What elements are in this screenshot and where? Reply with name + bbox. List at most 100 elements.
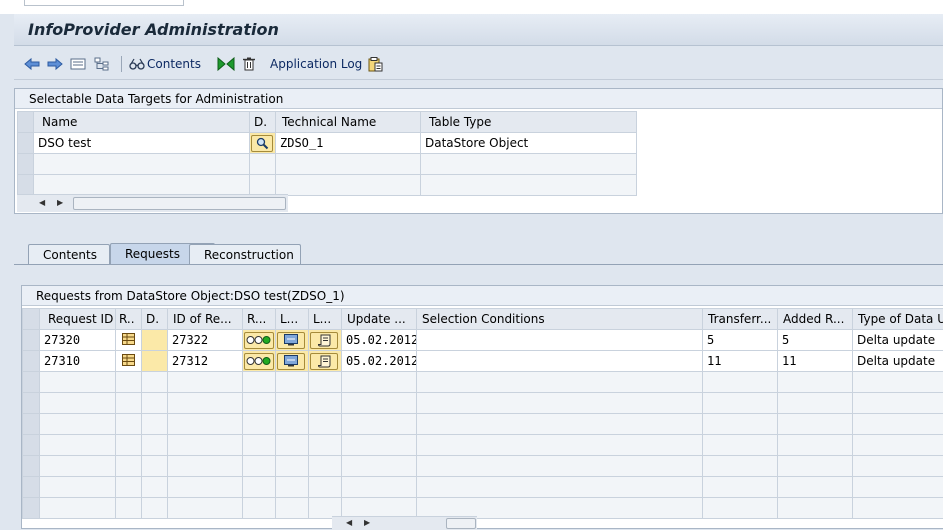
column-header-d[interactable]: D. — [250, 112, 276, 133]
horizontal-scrollbar[interactable]: ◀ ▶ — [17, 194, 288, 212]
tab-reconstruction[interactable]: Reconstruction — [189, 244, 301, 265]
row-selector[interactable] — [23, 414, 40, 435]
activate-icon[interactable] — [217, 55, 235, 73]
forward-arrow-icon[interactable] — [47, 55, 63, 73]
tab-contents[interactable]: Contents — [28, 244, 110, 265]
empty-cell — [853, 393, 943, 414]
row-selector[interactable] — [18, 133, 34, 154]
column-header-type[interactable]: Type of Data Up — [853, 309, 943, 330]
select-all-cell[interactable] — [23, 309, 40, 330]
table-row[interactable]: 27320 27322 05.02.2012 5 5 Delta update — [23, 330, 943, 351]
cell-detail[interactable] — [250, 133, 276, 154]
column-header-r[interactable]: R.. — [116, 309, 142, 330]
empty-cell — [168, 498, 243, 519]
traffic-light-green-icon[interactable] — [244, 353, 274, 370]
cell-log-2[interactable] — [309, 351, 342, 372]
column-header-update[interactable]: Update ... — [342, 309, 417, 330]
scroll-left-icon[interactable]: ◀ — [346, 518, 352, 527]
scroll-log-icon[interactable] — [310, 353, 338, 370]
cell-status[interactable] — [243, 351, 276, 372]
clipboard-icon[interactable] — [367, 55, 383, 73]
row-selector[interactable] — [23, 351, 40, 372]
empty-cell — [703, 414, 778, 435]
row-selector[interactable] — [23, 330, 40, 351]
monitor-icon[interactable] — [277, 353, 305, 370]
empty-cell — [853, 435, 943, 456]
column-header-log-2[interactable]: L... — [309, 309, 342, 330]
table-row[interactable]: 27310 27312 05.02.2012 11 11 Delta updat… — [23, 351, 943, 372]
empty-cell — [243, 498, 276, 519]
command-field[interactable] — [24, 0, 184, 6]
row-selector[interactable] — [23, 477, 40, 498]
column-header-id-of-request[interactable]: ID of Re... — [168, 309, 243, 330]
column-header-selection-conditions[interactable]: Selection Conditions — [417, 309, 703, 330]
cell-name: DSO test — [34, 133, 250, 154]
empty-cell — [309, 435, 342, 456]
traffic-light-green-icon[interactable] — [244, 332, 274, 349]
empty-cell — [853, 456, 943, 477]
row-selector[interactable] — [18, 175, 34, 196]
list-view-icon[interactable] — [70, 55, 86, 73]
row-selector[interactable] — [18, 154, 34, 175]
column-header-added[interactable]: Added R... — [778, 309, 853, 330]
cell-log-2[interactable] — [309, 330, 342, 351]
monitor-icon[interactable] — [277, 332, 305, 349]
row-selector[interactable] — [23, 456, 40, 477]
column-header-request-id[interactable]: Request ID — [40, 309, 116, 330]
cell-log-1[interactable] — [276, 330, 309, 351]
cell-log-1[interactable] — [276, 351, 309, 372]
empty-cell — [703, 498, 778, 519]
table-row — [23, 498, 943, 519]
cell-d[interactable] — [142, 351, 168, 372]
empty-cell — [342, 414, 417, 435]
application-log-label: Application Log — [270, 57, 362, 71]
select-all-cell[interactable] — [18, 112, 34, 133]
column-header-transferred[interactable]: Transferr... — [703, 309, 778, 330]
requests-header: Requests from DataStore Object:DSO test(… — [22, 286, 943, 306]
cell-selection-conditions — [417, 351, 703, 372]
application-log-button[interactable]: Application Log — [270, 55, 362, 73]
empty-cell — [142, 456, 168, 477]
column-header-table-type[interactable]: Table Type — [421, 112, 637, 133]
empty-cell — [417, 393, 703, 414]
empty-cell — [116, 435, 142, 456]
back-arrow-icon[interactable] — [24, 55, 40, 73]
cell-request-id: 27310 — [40, 351, 116, 372]
scroll-log-icon[interactable] — [310, 332, 338, 349]
scroll-left-icon[interactable]: ◀ — [39, 198, 45, 207]
delete-icon[interactable] — [242, 55, 256, 73]
column-header-log-1[interactable]: L... — [276, 309, 309, 330]
empty-cell — [142, 372, 168, 393]
empty-cell — [40, 435, 116, 456]
cell-d[interactable] — [142, 330, 168, 351]
table-row[interactable]: DSO test ZDSO_1 DataStore Object — [18, 133, 637, 154]
row-selector[interactable] — [23, 393, 40, 414]
table-row — [23, 456, 943, 477]
contents-button[interactable]: Contents — [129, 55, 201, 73]
application-toolbar: Contents Application Log — [14, 47, 943, 80]
magnifier-icon[interactable] — [251, 135, 273, 152]
cell-r[interactable] — [116, 351, 142, 372]
cell-status[interactable] — [243, 330, 276, 351]
empty-cell — [342, 456, 417, 477]
scroll-right-icon[interactable]: ▶ — [57, 198, 63, 207]
scroll-thumb[interactable] — [446, 518, 476, 529]
column-header-status[interactable]: R... — [243, 309, 276, 330]
row-selector[interactable] — [23, 498, 40, 519]
row-selector[interactable] — [23, 435, 40, 456]
empty-cell — [142, 477, 168, 498]
row-selector[interactable] — [23, 372, 40, 393]
column-header-technical-name[interactable]: Technical Name — [276, 112, 421, 133]
empty-cell — [778, 456, 853, 477]
scroll-right-icon[interactable]: ▶ — [364, 518, 370, 527]
table-row — [23, 372, 943, 393]
cell-technical-name: ZDSO_1 — [276, 133, 421, 154]
cell-r[interactable] — [116, 330, 142, 351]
hierarchy-icon[interactable] — [94, 55, 110, 73]
column-header-name[interactable]: Name — [34, 112, 250, 133]
cell-added: 11 — [778, 351, 853, 372]
horizontal-scrollbar[interactable]: ◀ ▶ — [332, 516, 477, 530]
empty-cell — [276, 456, 309, 477]
scroll-thumb[interactable] — [73, 197, 286, 210]
column-header-d[interactable]: D. — [142, 309, 168, 330]
